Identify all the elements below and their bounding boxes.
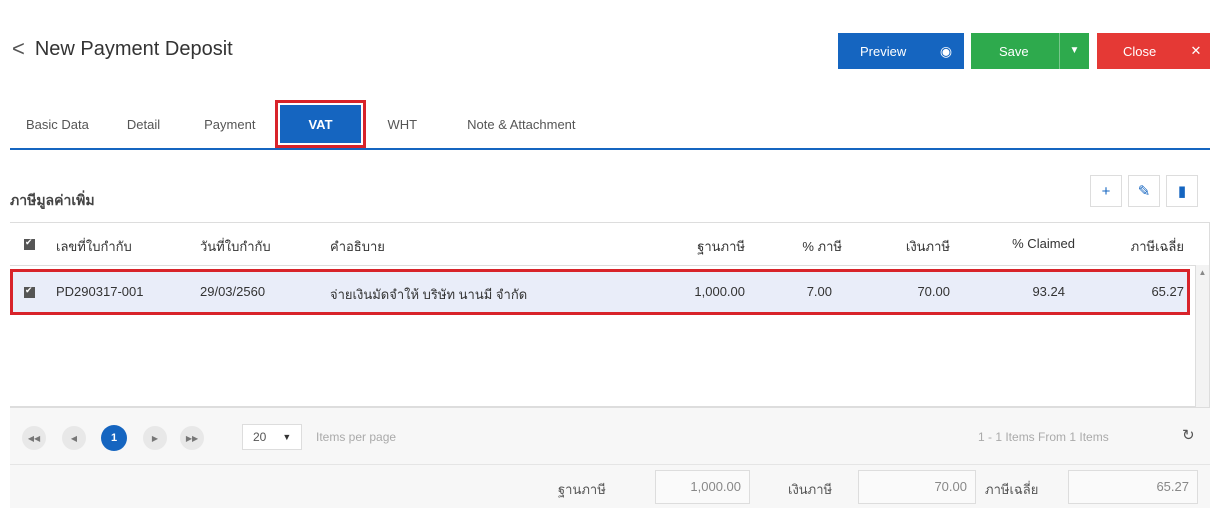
page-size-value: 20 <box>253 430 267 444</box>
pager-summary: 1 - 1 Items From 1 Items <box>978 430 1109 444</box>
tab-bar: Basic Data Detail Payment VAT WHT Note &… <box>10 100 1210 150</box>
preview-button-label: Preview <box>860 43 907 59</box>
vertical-scrollbar[interactable]: ▲ <box>1195 265 1209 407</box>
pager: ◀◀ ◀ 1 ▶ ▶▶ 20 ▼ Items per page 1 - 1 It… <box>10 407 1210 465</box>
total-avg-tax-field: 65.27 <box>1068 470 1198 504</box>
page-number-button[interactable]: 1 <box>101 425 127 451</box>
cell-tax-amount: 70.00 <box>917 284 950 299</box>
next-page-button[interactable]: ▶ <box>143 426 167 450</box>
chevron-left-icon: < <box>12 36 25 61</box>
pencil-icon: ✎ <box>1137 183 1151 200</box>
save-button-label: Save <box>999 43 1029 59</box>
close-icon: ✕ <box>1190 43 1202 58</box>
cell-avg-tax: 65.27 <box>1151 284 1184 299</box>
table-row[interactable]: PD290317-001 29/03/2560 จ่ายเงินมัดจำให้… <box>10 269 1190 315</box>
back-button[interactable]: < New Payment Deposit <box>12 36 233 62</box>
add-button[interactable]: + <box>1090 175 1122 207</box>
cell-invoice-no: PD290317-001 <box>56 284 144 299</box>
tab-payment[interactable]: Payment <box>174 100 269 148</box>
tab-basic-data[interactable]: Basic Data <box>10 100 103 148</box>
total-tax-base-label: ฐานภาษี <box>558 482 606 497</box>
cell-invoice-date: 29/03/2560 <box>200 284 266 299</box>
eye-icon: ◉ <box>939 42 953 59</box>
cell-tax-pct: 7.00 <box>806 284 832 299</box>
col-header-invoice-no[interactable]: เลขที่ใบกำกับ <box>56 236 132 257</box>
top-bar: < New Payment Deposit Preview ◉ Save ▼ C… <box>0 0 1210 96</box>
total-tax-amount-label: เงินภาษี <box>788 482 833 497</box>
col-header-tax-pct[interactable]: % ภาษี <box>772 236 842 257</box>
col-header-avg-tax[interactable]: ภาษีเฉลี่ย <box>1098 236 1184 257</box>
row-checkbox[interactable] <box>24 285 35 298</box>
col-header-tax-base[interactable]: ฐานภาษี <box>665 236 745 257</box>
plus-icon: + <box>1101 182 1111 200</box>
col-header-tax-amount[interactable]: เงินภาษี <box>880 236 950 257</box>
first-page-button[interactable]: ◀◀ <box>22 426 46 450</box>
close-button-label: Close <box>1123 43 1157 59</box>
close-button[interactable]: Close ✕ <box>1097 33 1210 69</box>
caret-down-icon[interactable]: ▼ <box>1059 33 1089 69</box>
prev-page-icon: ◀ <box>70 433 78 443</box>
tab-detail[interactable]: Detail <box>103 100 174 148</box>
total-tax-amount-field: 70.00 <box>858 470 976 504</box>
col-header-description[interactable]: คำอธิบาย <box>330 236 385 257</box>
cell-claimed-pct: 93.24 <box>1032 284 1065 299</box>
total-avg-tax-label: ภาษีเฉลี่ย <box>985 482 1039 497</box>
col-header-claimed-pct[interactable]: % Claimed <box>985 236 1075 251</box>
next-page-icon: ▶ <box>151 433 159 443</box>
section-title: ภาษีมูลค่าเพิ่ม <box>10 192 95 208</box>
tab-vat-highlight: VAT <box>275 100 366 148</box>
total-tax-base-field: 1,000.00 <box>655 470 750 504</box>
page-title: New Payment Deposit <box>34 37 233 60</box>
select-all-checkbox[interactable] <box>24 237 35 250</box>
delete-button[interactable]: ▮ <box>1166 175 1198 207</box>
prev-page-button[interactable]: ◀ <box>62 426 86 450</box>
page-size-select[interactable]: 20 ▼ <box>242 424 302 450</box>
totals-bar: ฐานภาษี 1,000.00 เงินภาษี 70.00 ภาษีเฉลี… <box>10 465 1210 508</box>
tab-vat[interactable]: VAT <box>280 105 361 143</box>
vat-table: เลขที่ใบกำกับ วันที่ใบกำกับ คำอธิบาย ฐาน… <box>10 222 1210 407</box>
table-header: เลขที่ใบกำกับ วันที่ใบกำกับ คำอธิบาย ฐาน… <box>10 223 1209 265</box>
items-per-page-label: Items per page <box>316 430 397 444</box>
preview-button[interactable]: Preview ◉ <box>838 33 964 69</box>
tab-wht[interactable]: WHT <box>372 100 432 148</box>
refresh-icon[interactable]: ↻ <box>1182 426 1195 444</box>
first-page-icon: ◀◀ <box>27 433 41 443</box>
col-header-invoice-date[interactable]: วันที่ใบกำกับ <box>200 236 271 257</box>
tab-note-attachment[interactable]: Note & Attachment <box>431 100 589 148</box>
scroll-up-icon[interactable]: ▲ <box>1196 268 1209 277</box>
cell-description: จ่ายเงินมัดจำให้ บริษัท นานมี จำกัด <box>330 287 528 302</box>
edit-button[interactable]: ✎ <box>1128 175 1160 207</box>
last-page-icon: ▶▶ <box>185 433 199 443</box>
last-page-button[interactable]: ▶▶ <box>180 426 204 450</box>
save-button[interactable]: Save ▼ <box>971 33 1089 69</box>
trash-icon: ▮ <box>1177 183 1187 200</box>
cell-tax-base: 1,000.00 <box>694 284 745 299</box>
caret-down-icon: ▼ <box>282 432 292 442</box>
